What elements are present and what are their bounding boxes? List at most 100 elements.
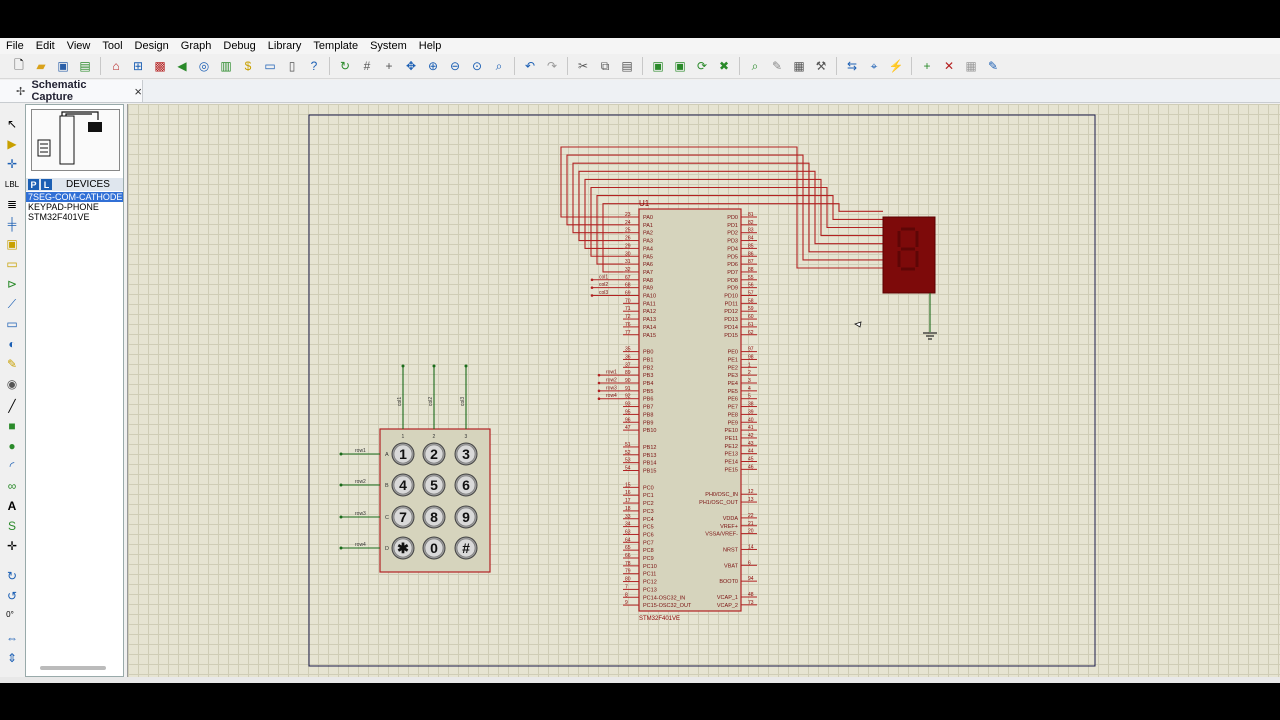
toolbar-separator — [642, 57, 643, 75]
menu-edit[interactable]: Edit — [30, 38, 61, 54]
cost-icon[interactable]: $ — [239, 57, 257, 75]
make-device-icon[interactable]: ✎ — [768, 57, 786, 75]
home-icon[interactable]: ⌂ — [107, 57, 125, 75]
library-manager-button[interactable]: L — [41, 179, 52, 190]
line-tool-icon[interactable]: ╱ — [4, 398, 20, 414]
decompose-icon[interactable]: ⚒ — [812, 57, 830, 75]
refresh-icon[interactable]: ↻ — [336, 57, 354, 75]
visual-designer-icon[interactable]: ◎ — [195, 57, 213, 75]
marker-tool-icon[interactable]: ✛ — [4, 538, 20, 554]
box-tool-icon[interactable]: ■ — [4, 418, 20, 434]
new-file-icon[interactable]: 🗋 — [10, 57, 28, 75]
path-tool-icon[interactable]: ∞ — [4, 478, 20, 494]
tape-recorder-icon[interactable]: ▭ — [4, 316, 20, 332]
wire-label-icon[interactable]: LBL — [4, 176, 20, 192]
design-explorer-icon[interactable]: ✎ — [984, 57, 1002, 75]
redo-icon[interactable]: ↷ — [543, 57, 561, 75]
toolbar-separator — [567, 57, 568, 75]
menu-tool[interactable]: Tool — [96, 38, 128, 54]
buses-icon[interactable]: ╪ — [4, 216, 20, 232]
junction-dot-icon[interactable]: ✛ — [4, 156, 20, 172]
paste-icon[interactable]: ▤ — [618, 57, 636, 75]
pick-devices-button[interactable]: P — [28, 179, 39, 190]
close-icon[interactable]: × — [134, 84, 142, 99]
mode-toolbar: ↖ ▶ ✛ LBL ≣ ╪ ▣ ▭ ⊳ ⟋ ▭ ◐ ✎ ◉ ╱ ■ ● ◜ ∞ … — [0, 104, 24, 683]
menu-help[interactable]: Help — [413, 38, 448, 54]
circle-tool-icon[interactable]: ● — [4, 438, 20, 454]
block-delete-icon[interactable]: ✖ — [715, 57, 733, 75]
new-sheet-icon[interactable]: + — [918, 57, 936, 75]
notes-icon[interactable]: ▯ — [283, 57, 301, 75]
block-rotate-icon[interactable]: ⟳ — [693, 57, 711, 75]
devices-header: P L DEVICES — [26, 178, 123, 191]
source-code-icon[interactable]: ▭ — [261, 57, 279, 75]
grid-icon[interactable]: # — [358, 57, 376, 75]
arc-tool-icon[interactable]: ◜ — [4, 458, 20, 474]
toolbar-separator — [911, 57, 912, 75]
device-list-item[interactable]: KEYPAD-PHONE — [26, 202, 123, 212]
zoom-in-icon[interactable]: ⊕ — [424, 57, 442, 75]
device-list-scrollbar[interactable] — [40, 666, 106, 670]
voltage-probe-icon[interactable]: ✎ — [4, 356, 20, 372]
device-list: 7SEG-COM-CATHODE KEYPAD-PHONE STM32F401VE — [26, 192, 123, 222]
copy-icon[interactable]: ⧉ — [596, 57, 614, 75]
menu-design[interactable]: Design — [129, 38, 175, 54]
main-toolbar: 🗋 ▰ ▣ ▤ ⌂ ⊞ ▩ ◀ ◎ ▥ $ ▭ ▯ ? ↻ # + ✥ ⊕ ⊖ … — [0, 54, 1280, 79]
generator-icon[interactable]: ◐ — [4, 336, 20, 352]
pick-device-icon[interactable]: ⌕ — [746, 57, 764, 75]
rotation-angle: 0° — [6, 609, 14, 619]
zoom-all-icon[interactable]: ⊙ — [468, 57, 486, 75]
mirror-y-icon[interactable]: ⇕ — [4, 650, 20, 666]
menu-library[interactable]: Library — [262, 38, 308, 54]
wire-autorouter-icon[interactable]: ⇆ — [843, 57, 861, 75]
help-icon[interactable]: ? — [305, 57, 323, 75]
bom-icon[interactable]: ▥ — [217, 57, 235, 75]
menu-view[interactable]: View — [61, 38, 97, 54]
search-tag-icon[interactable]: ⌖ — [865, 57, 883, 75]
menu-template[interactable]: Template — [307, 38, 364, 54]
property-tool-icon[interactable]: ⚡ — [887, 57, 905, 75]
rotate-ccw-icon[interactable]: ↺ — [4, 588, 20, 604]
overview-preview — [37, 111, 102, 165]
graph-icon[interactable]: ⟋ — [4, 296, 20, 312]
zoom-area-icon[interactable]: ⌕ — [490, 57, 508, 75]
toolbar-separator — [329, 57, 330, 75]
subcircuit-icon[interactable]: ▣ — [4, 236, 20, 252]
import-icon[interactable]: ▤ — [76, 57, 94, 75]
origin-icon[interactable]: + — [380, 57, 398, 75]
undo-icon[interactable]: ↶ — [521, 57, 539, 75]
virtual-instruments-icon[interactable]: ◉ — [4, 376, 20, 392]
zoom-out-icon[interactable]: ⊖ — [446, 57, 464, 75]
block-copy-icon[interactable]: ▣ — [649, 57, 667, 75]
symbol-tool-icon[interactable]: S — [4, 518, 20, 534]
component-mode-icon[interactable]: ▶ — [4, 136, 20, 152]
packaging-tool-icon[interactable]: ▦ — [790, 57, 808, 75]
cut-icon[interactable]: ✂ — [574, 57, 592, 75]
menu-debug[interactable]: Debug — [217, 38, 261, 54]
device-pins-icon[interactable]: ⊳ — [4, 276, 20, 292]
overview-window[interactable] — [31, 109, 120, 171]
terminals-icon[interactable]: ▭ — [4, 256, 20, 272]
pan-icon[interactable]: ✥ — [402, 57, 420, 75]
schematic-canvas[interactable] — [127, 104, 1280, 677]
remove-sheet-icon[interactable]: ✕ — [940, 57, 958, 75]
block-move-icon[interactable]: ▣ — [671, 57, 689, 75]
menu-file[interactable]: File — [0, 38, 30, 54]
menu-graph[interactable]: Graph — [175, 38, 218, 54]
text-tool-icon[interactable]: A — [4, 498, 20, 514]
text-script-icon[interactable]: ≣ — [4, 196, 20, 212]
exit-to-parent-icon[interactable]: ▦ — [962, 57, 980, 75]
save-icon[interactable]: ▣ — [54, 57, 72, 75]
tab-schematic-capture[interactable]: ✢ Schematic Capture × — [0, 79, 143, 103]
rotate-cw-icon[interactable]: ↻ — [4, 568, 20, 584]
open-folder-icon[interactable]: ▰ — [32, 57, 50, 75]
pcb-icon[interactable]: ▩ — [151, 57, 169, 75]
menu-system[interactable]: System — [364, 38, 413, 54]
selection-mode-icon[interactable]: ↖ — [4, 116, 20, 132]
schematic-tab-icon: ✢ — [16, 85, 26, 98]
mirror-x-icon[interactable]: ⇔ — [4, 630, 20, 646]
device-list-item[interactable]: 7SEG-COM-CATHODE — [26, 192, 123, 202]
device-list-item[interactable]: STM32F401VE — [26, 212, 123, 222]
gallery-icon[interactable]: ◀ — [173, 57, 191, 75]
schematic-icon[interactable]: ⊞ — [129, 57, 147, 75]
